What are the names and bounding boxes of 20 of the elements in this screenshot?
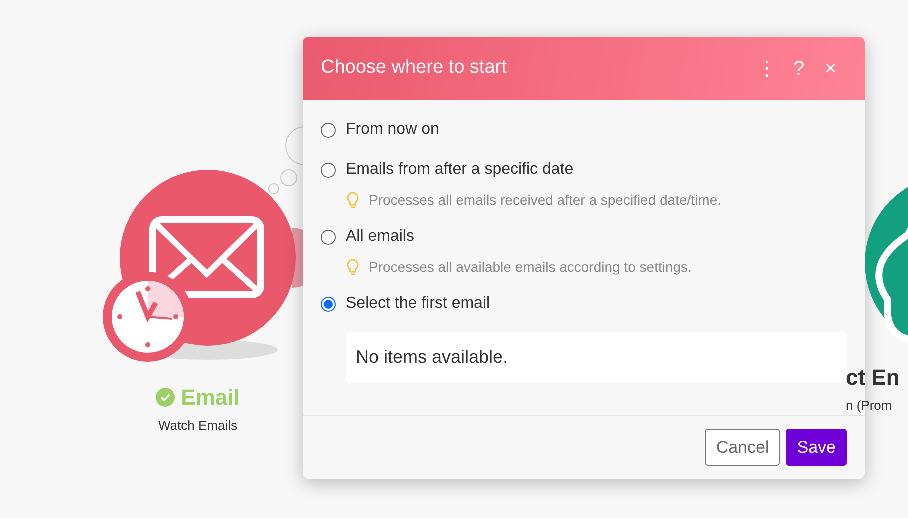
node-subtitle: n (Prom xyxy=(846,397,892,415)
lightbulb-icon xyxy=(347,192,359,210)
node-subtitle: Watch Emails xyxy=(158,417,238,435)
radio-label[interactable]: Select the first email xyxy=(346,292,490,316)
radio-label[interactable]: All emails xyxy=(346,225,414,249)
dialog-title: Choose where to start xyxy=(321,57,508,80)
radio-button[interactable] xyxy=(321,162,336,178)
node-title: Email xyxy=(181,384,240,412)
hint-text: Processes all available emails according to settings. xyxy=(369,258,692,277)
cancel-button[interactable]: Cancel xyxy=(705,428,780,466)
radio-label[interactable]: Emails from after a specific date xyxy=(346,158,574,182)
save-button[interactable]: Save xyxy=(786,428,847,466)
radio-button[interactable] xyxy=(321,230,336,244)
node-title: ct En xyxy=(846,364,900,392)
radio-button[interactable] xyxy=(321,296,336,312)
hint-text: Processes all emails received after a specified date/time. xyxy=(369,191,722,210)
radio-label[interactable]: From now on xyxy=(346,118,440,142)
radio-button[interactable] xyxy=(321,122,336,138)
list-box[interactable]: No items available. xyxy=(346,332,847,383)
lightbulb-icon xyxy=(347,258,359,276)
